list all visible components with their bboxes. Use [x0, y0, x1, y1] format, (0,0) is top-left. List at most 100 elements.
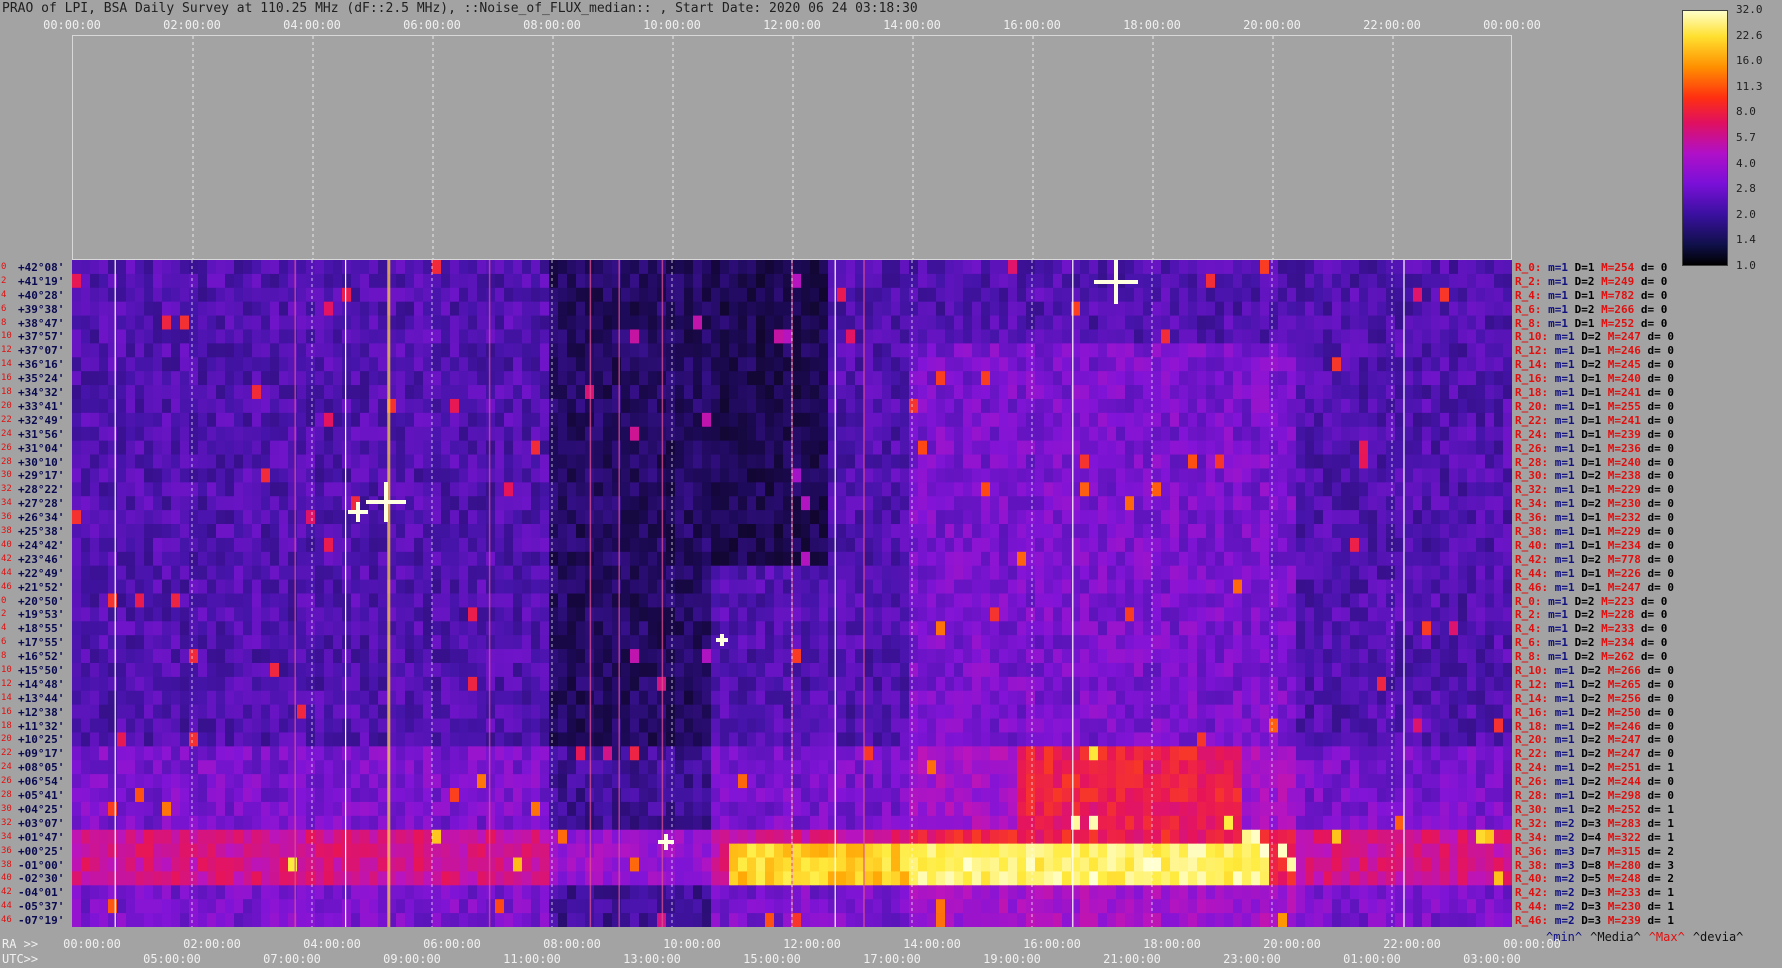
heatmap-cell [684, 482, 694, 497]
heatmap-cell [666, 524, 676, 539]
heatmap-cell [540, 287, 550, 303]
heatmap-cell [864, 579, 874, 595]
heatmap-cell [441, 593, 451, 608]
heatmap-cell [837, 565, 847, 581]
heatmap-cell [549, 412, 559, 428]
heatmap-cell [1359, 329, 1369, 344]
row-number: 14 [1, 359, 12, 370]
heatmap-cell [1314, 565, 1324, 581]
heatmap-cell [351, 524, 361, 539]
heatmap-cell [1485, 287, 1495, 303]
heatmap-cell [225, 649, 235, 664]
heatmap-cell [423, 468, 433, 483]
heatmap-cell [567, 621, 577, 636]
heatmap-cell [369, 649, 379, 664]
heatmap-cell [963, 524, 973, 539]
heatmap-cell [531, 357, 541, 372]
heatmap-cell [828, 287, 838, 303]
heatmap-cell [1179, 301, 1189, 317]
heatmap-cell [621, 635, 631, 650]
heatmap-cell [1143, 607, 1153, 622]
heatmap-cell [1224, 649, 1234, 664]
heatmap-cell [819, 287, 829, 303]
heatmap-cell [369, 287, 379, 303]
heatmap-cell [1467, 315, 1477, 331]
heatmap-cell [171, 371, 181, 386]
heatmap-cell [1287, 398, 1297, 414]
heatmap-cell [1359, 607, 1369, 622]
heatmap-cell [270, 621, 280, 636]
heatmap-cell [936, 524, 946, 539]
heatmap-cell [279, 315, 289, 331]
heatmap-cell [504, 593, 514, 608]
heatmap-cell [738, 607, 748, 622]
heatmap-cell [135, 496, 145, 511]
heatmap-cell [1062, 398, 1072, 414]
heatmap-cell [1107, 315, 1117, 331]
heatmap-cell [234, 482, 244, 497]
heatmap-cell [450, 468, 460, 483]
heatmap-cell [216, 329, 226, 344]
heatmap-cell [351, 412, 361, 428]
heatmap-cell [1188, 482, 1198, 497]
heatmap-cell [225, 537, 235, 553]
heatmap-cell [738, 301, 748, 317]
heatmap-cell [81, 385, 91, 400]
heatmap-cell [945, 662, 955, 678]
heatmap-cell [1089, 482, 1099, 497]
heatmap-cell [1305, 260, 1315, 275]
heatmap-cell [504, 343, 514, 358]
heatmap-cell [1026, 579, 1036, 595]
heatmap-cell [648, 385, 658, 400]
heatmap-cell [1188, 635, 1198, 650]
heatmap-cell [1134, 315, 1144, 331]
heatmap-cell [936, 454, 946, 470]
heatmap-cell [1242, 315, 1252, 331]
heatmap-cell [1260, 662, 1270, 678]
heatmap-cell [360, 649, 370, 664]
heatmap-cell [414, 273, 424, 289]
heatmap-cell [270, 329, 280, 344]
heatmap-cell [342, 301, 352, 317]
heatmap-cell [513, 635, 523, 650]
heatmap-cell [810, 357, 820, 372]
heatmap-cell [441, 287, 451, 303]
heatmap-cell [1170, 524, 1180, 539]
heatmap-cell [1359, 593, 1369, 608]
heatmap-cell [1341, 510, 1351, 525]
heatmap-cell [819, 440, 829, 456]
heatmap-cell [936, 385, 946, 400]
heatmap-cell [1332, 635, 1342, 650]
heatmap-cell [297, 607, 307, 622]
heatmap-cell [1062, 551, 1072, 567]
declination-label: +06°54' [18, 775, 65, 789]
heatmap-cell [1458, 385, 1468, 400]
heatmap-cell [846, 273, 856, 289]
heatmap-cell [846, 385, 856, 400]
heatmap-cell [198, 676, 208, 692]
heatmap-cell [459, 635, 469, 650]
heatmap-cell [432, 287, 442, 303]
heatmap-cell [711, 510, 721, 525]
heatmap-cell [1449, 537, 1459, 553]
heatmap-cell [540, 649, 550, 664]
heatmap-cell [639, 287, 649, 303]
heatmap-cell [576, 662, 586, 678]
heatmap-cell [531, 468, 541, 483]
heatmap-cell [369, 510, 379, 525]
heatmap-cell [126, 510, 136, 525]
heatmap-cell [135, 482, 145, 497]
heatmap-cell [1341, 649, 1351, 664]
heatmap-cell [369, 565, 379, 581]
heatmap-cell [1260, 551, 1270, 567]
heatmap-cell [414, 412, 424, 428]
heatmap-cell [486, 621, 496, 636]
heatmap-cell [1377, 649, 1387, 664]
heatmap-cell [333, 565, 343, 581]
heatmap-cell [1035, 662, 1045, 678]
heatmap-cell [747, 524, 757, 539]
heatmap-cell [756, 301, 766, 317]
heatmap-cell [711, 440, 721, 456]
heatmap-cell [315, 593, 325, 608]
heatmap-cell [153, 371, 163, 386]
